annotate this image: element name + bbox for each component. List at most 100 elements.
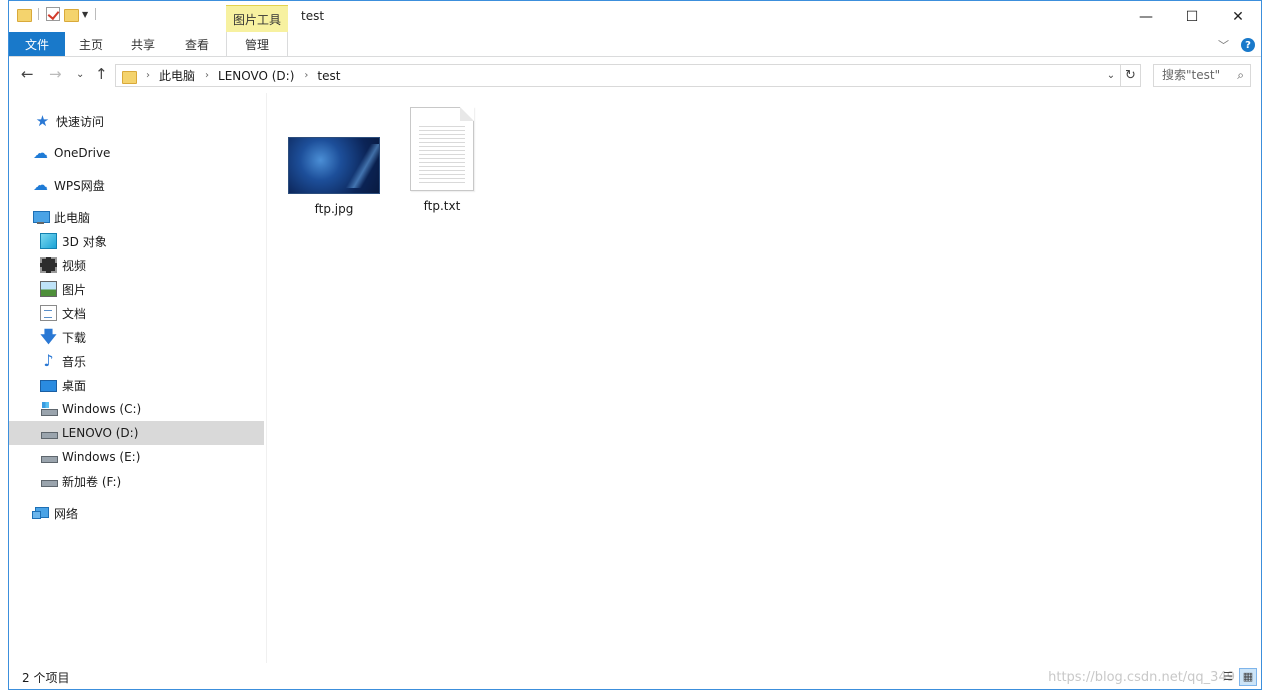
sidebar-item-drive-e[interactable]: Windows (E:) [9, 445, 264, 469]
sidebar-item-label: LENOVO (D:) [62, 426, 139, 440]
search-placeholder: 搜索"test" [1162, 68, 1221, 82]
document-icon [40, 305, 57, 321]
file-name: ftp.jpg [314, 202, 354, 216]
chevron-right-icon[interactable]: › [304, 70, 308, 81]
sidebar-item-pictures[interactable]: 图片 [9, 277, 264, 301]
maximize-button[interactable]: ☐ [1169, 1, 1215, 32]
search-input[interactable]: 搜索"test" ⌕ [1153, 64, 1251, 87]
onedrive-icon: ☁ [33, 144, 48, 162]
sidebar-item-label: 快速访问 [56, 114, 105, 129]
download-icon: 🡇 [40, 327, 57, 346]
recent-locations-icon[interactable]: ⌄ [76, 69, 84, 80]
video-icon [40, 257, 57, 273]
sidebar-item-label: Windows (C:) [62, 402, 142, 416]
navigation-pane: ★ 快速访问 ☁ OneDrive ☁ WPS网盘 此电脑 3D 对象 视频 图… [9, 93, 267, 663]
image-thumbnail [288, 137, 380, 194]
search-icon[interactable]: ⌕ [1237, 65, 1244, 86]
folder-icon [122, 69, 137, 84]
sidebar-item-label: 此电脑 [54, 210, 91, 225]
sidebar-item-wps-cloud[interactable]: ☁ WPS网盘 [9, 173, 264, 197]
sidebar-item-desktop[interactable]: 桌面 [9, 373, 264, 397]
sidebar-item-quick-access[interactable]: ★ 快速访问 [9, 109, 264, 133]
breadcrumb-drive-d[interactable]: LENOVO (D:) [218, 69, 294, 83]
minimize-button[interactable]: — [1123, 1, 1169, 32]
sidebar-item-drive-d[interactable]: LENOVO (D:) [9, 421, 264, 445]
sidebar-item-drive-f[interactable]: 新加卷 (F:) [9, 469, 264, 493]
tab-share[interactable]: 共享 [117, 32, 169, 56]
sidebar-item-label: 网络 [54, 506, 79, 521]
sidebar-item-label: Windows (E:) [62, 450, 141, 464]
tab-home[interactable]: 主页 [65, 32, 117, 56]
toolbar-separator [38, 8, 39, 20]
up-icon[interactable]: ↑ [95, 65, 108, 83]
cube-icon [40, 233, 57, 249]
sidebar-item-documents[interactable]: 文档 [9, 301, 264, 325]
picture-tools-tab[interactable]: 图片工具 [226, 5, 288, 33]
picture-icon [40, 281, 57, 297]
breadcrumb: › 此电脑 › LENOVO (D:) › test [136, 67, 340, 84]
details-view-icon[interactable]: ☰ [1219, 668, 1237, 686]
tab-view[interactable]: 查看 [171, 32, 223, 56]
sidebar-item-label: 3D 对象 [62, 234, 107, 249]
star-icon: ★ [35, 112, 50, 130]
toolbar-separator [95, 8, 97, 20]
sidebar-item-network[interactable]: 网络 [9, 501, 264, 525]
address-bar-actions: ⌄ ↻ [1102, 65, 1140, 86]
sidebar-item-label: 图片 [62, 282, 87, 297]
tab-file[interactable]: 文件 [9, 32, 65, 56]
drive-icon [40, 425, 58, 441]
sidebar-item-3d-objects[interactable]: 3D 对象 [9, 229, 264, 253]
drive-icon [40, 473, 58, 489]
back-icon[interactable]: ← [21, 65, 34, 83]
watermark: https://blog.csdn.net/qq_349 [1048, 670, 1235, 685]
sidebar-item-label: 新加卷 (F:) [62, 474, 122, 489]
sidebar-item-videos[interactable]: 视频 [9, 253, 264, 277]
file-list: ftp.jpg ftp.txt [268, 93, 1261, 663]
forward-icon[interactable]: → [49, 65, 62, 83]
breadcrumb-test[interactable]: test [317, 69, 340, 83]
sidebar-item-onedrive[interactable]: ☁ OneDrive [9, 141, 264, 165]
computer-icon [32, 209, 50, 225]
music-icon: ♪ [43, 351, 54, 370]
breadcrumb-this-pc[interactable]: 此电脑 [159, 67, 195, 84]
explorer-window: ▼ 图片工具 test — ☐ ✕ 文件 主页 共享 查看 管理 ﹀ ? ← →… [8, 0, 1262, 690]
title-bar: ▼ 图片工具 test — ☐ ✕ [9, 1, 1261, 33]
sidebar-item-label: WPS网盘 [54, 178, 105, 193]
folder-icon[interactable] [17, 7, 32, 22]
refresh-icon[interactable]: ↻ [1120, 65, 1140, 86]
navigation-bar: ← → ⌄ ↑ › 此电脑 › LENOVO (D:) › test ⌄ ↻ 搜… [9, 57, 1261, 93]
ribbon-tabs: 文件 主页 共享 查看 管理 ﹀ ? [9, 32, 1261, 57]
status-bar: 2 个项目 https://blog.csdn.net/qq_349 ☰ ▦ [9, 664, 1261, 690]
properties-icon[interactable] [46, 7, 60, 21]
sidebar-item-label: 音乐 [62, 354, 87, 369]
network-icon [32, 505, 49, 521]
chevron-right-icon[interactable]: › [205, 70, 209, 81]
window-controls: — ☐ ✕ [1123, 1, 1261, 32]
sidebar-item-label: 下载 [62, 330, 87, 345]
large-icons-view-icon[interactable]: ▦ [1239, 668, 1257, 686]
address-dropdown-icon[interactable]: ⌄ [1102, 70, 1120, 81]
view-switcher: ☰ ▦ [1219, 668, 1257, 686]
item-count: 2 个项目 [22, 670, 70, 685]
file-item-ftp-jpg[interactable]: ftp.jpg [284, 137, 384, 216]
help-icon[interactable]: ? [1241, 38, 1255, 52]
new-folder-icon[interactable] [64, 7, 79, 22]
sidebar-item-label: 视频 [62, 258, 87, 273]
file-name: ftp.txt [423, 199, 461, 213]
tab-manage[interactable]: 管理 [226, 32, 288, 56]
drive-icon [40, 449, 58, 465]
close-button[interactable]: ✕ [1215, 1, 1261, 32]
file-item-ftp-txt[interactable]: ftp.txt [392, 107, 492, 213]
expand-ribbon-icon[interactable]: ﹀ [1218, 37, 1229, 53]
address-bar[interactable]: › 此电脑 › LENOVO (D:) › test ⌄ ↻ [115, 64, 1141, 87]
sidebar-item-music[interactable]: ♪ 音乐 [9, 349, 264, 373]
sidebar-item-downloads[interactable]: 🡇 下载 [9, 325, 264, 349]
cloud-icon: ☁ [33, 176, 48, 194]
sidebar-item-label: OneDrive [54, 146, 111, 160]
chevron-right-icon[interactable]: › [146, 70, 150, 81]
customize-toolbar-icon[interactable]: ▼ [82, 10, 88, 19]
window-title: test [301, 9, 325, 23]
desktop-icon [40, 380, 57, 392]
sidebar-item-this-pc[interactable]: 此电脑 [9, 205, 264, 229]
sidebar-item-drive-c[interactable]: Windows (C:) [9, 397, 264, 421]
